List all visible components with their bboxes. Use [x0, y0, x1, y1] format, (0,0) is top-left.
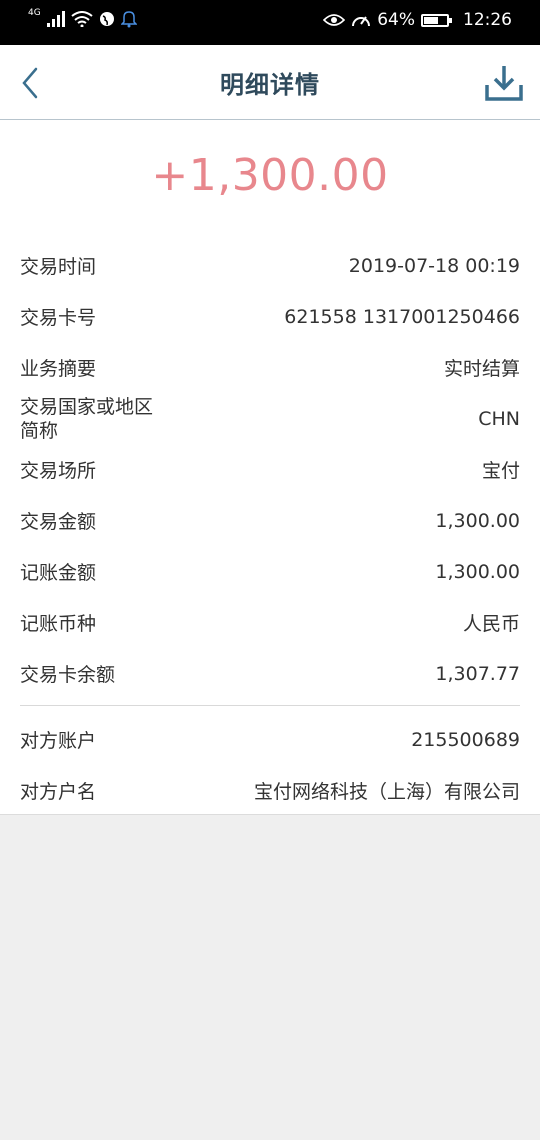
detail-row-balance: 交易卡余额 1,307.77 — [20, 648, 520, 699]
detail-label: 交易国家或地区 简称 — [20, 395, 153, 443]
detail-row-country: 交易国家或地区 简称 CHN — [20, 393, 520, 444]
transaction-amount: +1,300.00 — [151, 150, 389, 201]
detail-value: 宝付网络科技（上海）有限公司 — [253, 781, 520, 803]
page-title: 明细详情 — [220, 71, 320, 99]
detail-panel: +1,300.00 交易时间 2019-07-18 00:19 交易卡号 621… — [0, 120, 540, 815]
detail-row-counterparty-account: 对方账户 215500689 — [20, 714, 520, 765]
wifi-icon — [71, 11, 93, 27]
status-bar: 4G 64% 12:26 — [0, 0, 540, 45]
eye-icon — [323, 14, 346, 26]
detail-row-time: 交易时间 2019-07-18 00:19 — [20, 240, 520, 291]
detail-label: 业务摘要 — [20, 358, 97, 380]
battery-percent: 64% — [377, 10, 415, 30]
header: 明细详情 — [0, 45, 540, 120]
detail-row-transaction-amount: 交易金额 1,300.00 — [20, 495, 520, 546]
detail-label: 交易金额 — [20, 511, 97, 533]
status-right: 64% 12:26 — [323, 10, 512, 30]
detail-label-line1: 交易国家或地区 — [20, 395, 154, 418]
detail-value: 1,300.00 — [435, 560, 520, 583]
detail-label: 记账币种 — [20, 613, 97, 635]
detail-label: 交易卡号 — [20, 307, 97, 329]
detail-row-currency: 记账币种 人民币 — [20, 597, 520, 648]
detail-label: 对方账户 — [20, 730, 97, 752]
signal-icon — [46, 11, 65, 27]
detail-value: 215500689 — [411, 728, 520, 751]
detail-label: 交易卡余额 — [20, 664, 116, 686]
divider — [20, 705, 520, 706]
network-label: 4G — [28, 8, 41, 18]
battery-icon — [421, 13, 452, 27]
detail-value: 621558 1317001250466 — [284, 305, 520, 328]
detail-label-line2: 简称 — [20, 419, 59, 442]
detail-value: 实时结算 — [443, 358, 520, 380]
clock: 12:26 — [463, 10, 512, 30]
detail-value: 2019-07-18 00:19 — [348, 254, 520, 277]
detail-value: CHN — [478, 407, 520, 430]
detail-value: 宝付 — [481, 460, 520, 482]
detail-label: 记账金额 — [20, 562, 97, 584]
detail-value: 人民币 — [462, 613, 520, 635]
detail-label: 对方户名 — [20, 781, 97, 803]
detail-row-summary: 业务摘要 实时结算 — [20, 342, 520, 393]
notification-icon — [120, 11, 137, 28]
detail-value: 1,300.00 — [435, 509, 520, 532]
speedometer-icon — [352, 16, 371, 27]
detail-row-card-number: 交易卡号 621558 1317001250466 — [20, 291, 520, 342]
download-button[interactable] — [484, 63, 524, 103]
detail-row-merchant: 交易场所 宝付 — [20, 444, 520, 495]
globe-icon — [99, 12, 114, 26]
detail-label: 交易时间 — [20, 256, 97, 278]
detail-value: 1,307.77 — [435, 662, 520, 685]
download-icon — [485, 66, 523, 101]
detail-row-counterparty-name: 对方户名 宝付网络科技（上海）有限公司 — [20, 765, 520, 816]
detail-row-posted-amount: 记账金额 1,300.00 — [20, 546, 520, 597]
detail-label: 交易场所 — [20, 460, 97, 482]
status-left: 4G — [28, 8, 137, 28]
